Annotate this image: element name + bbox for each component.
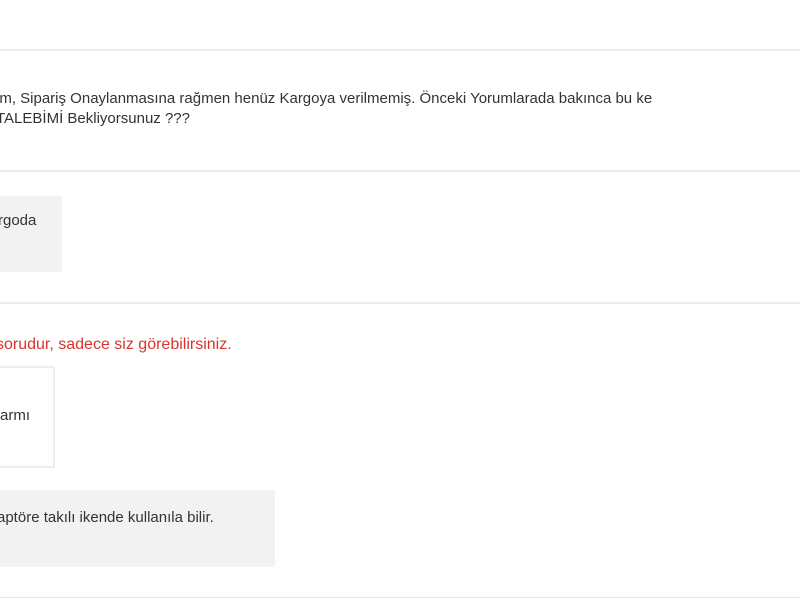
question-line-2: TALEBİMİ Bekliyorsunuz ??? [0,110,190,127]
top-divider [0,49,800,51]
private-answer-text: aptöre takılı ikende kullanıla bilir. [0,509,214,526]
question-divider [0,170,800,172]
private-question-bubble: rarmı [0,366,55,468]
product-qa-thread: im, Sipariş Onaylanmasına rağmen henüz K… [0,0,800,600]
question-line-1: im, Sipariş Onaylanmasına rağmen henüz K… [0,90,653,107]
private-question-notice: sorudur, sadece siz görebilirsiniz. [0,336,232,353]
private-answer-bubble: aptöre takılı ikende kullanıla bilir. [0,490,275,567]
customer-question: im, Sipariş Onaylanmasına rağmen henüz K… [0,89,800,129]
private-question-text: rarmı [0,407,30,424]
bottom-divider [0,597,800,598]
reply-divider [0,302,800,304]
seller-reply-bubble: rgoda [0,196,62,272]
seller-reply-text: rgoda [0,212,37,229]
